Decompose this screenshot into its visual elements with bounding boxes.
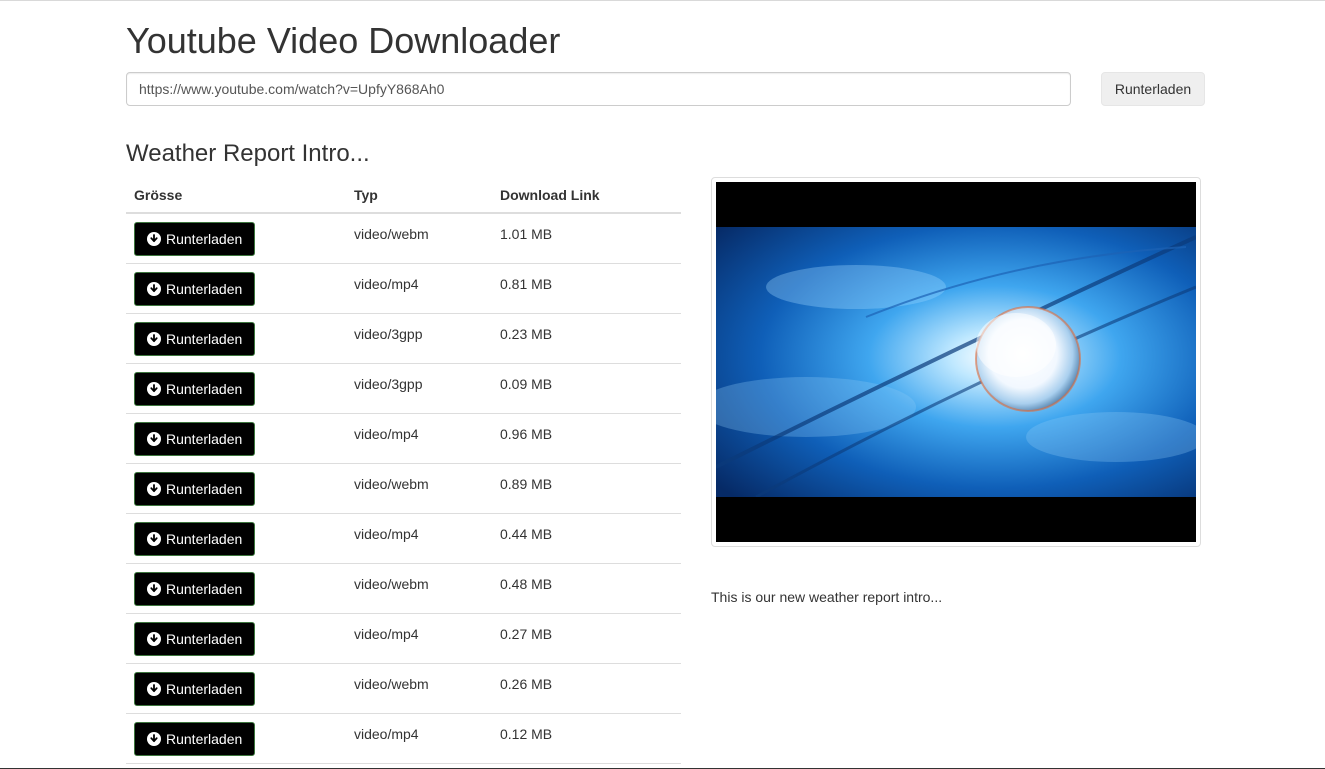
download-cell: Runterladen: [126, 413, 346, 464]
download-button[interactable]: Runterladen: [134, 222, 256, 256]
download-circle-icon: [147, 681, 161, 696]
download-cell: Runterladen: [126, 463, 346, 514]
download-circle-icon: [147, 232, 161, 246]
column-header-download-link: Download Link: [492, 178, 681, 214]
table-row: Runterladen video/webm 0.26 MB: [126, 663, 681, 714]
table-row: Runterladen video/3gpp 0.09 MB: [126, 363, 681, 414]
download-button-label: Runterladen: [166, 530, 243, 547]
download-cell: Runterladen: [126, 513, 346, 564]
url-input[interactable]: [126, 72, 1071, 106]
download-button-label: Runterladen: [166, 280, 243, 297]
format-size: 0.23 MB: [492, 313, 681, 364]
video-title: Weather Report Intro...: [126, 140, 370, 167]
table-row: Runterladen video/webm 1.01 MB: [126, 213, 681, 264]
table-header-row: Grösse Typ Download Link: [126, 178, 681, 214]
table-row: Runterladen video/mp4 0.81 MB: [126, 263, 681, 314]
format-size: 0.96 MB: [492, 413, 681, 464]
download-button-label: Runterladen: [166, 330, 243, 347]
table-row: Runterladen video/3gpp 0.23 MB: [126, 313, 681, 364]
download-circle-icon: [147, 631, 161, 646]
download-circle-icon: [147, 481, 161, 496]
download-circle-icon: [147, 331, 161, 346]
download-circle-icon: [147, 381, 161, 396]
download-button-label: Runterladen: [166, 680, 243, 697]
download-button-label: Runterladen: [166, 630, 243, 647]
download-button-label: Runterladen: [166, 730, 243, 747]
download-circle-icon: [147, 531, 161, 546]
page: Youtube Video Downloader Runterladen Wea…: [0, 0, 1325, 769]
download-button[interactable]: Runterladen: [134, 471, 256, 506]
download-circle-icon: [147, 731, 161, 746]
format-type: video/webm: [346, 563, 492, 614]
table-body: Runterladen video/webm 1.01 MB Runterladen v…: [126, 213, 681, 764]
format-type: video/3gpp: [346, 313, 492, 364]
download-button-label: Runterladen: [166, 430, 243, 447]
download-button[interactable]: Runterladen: [134, 421, 256, 456]
format-type: video/mp4: [346, 613, 492, 664]
download-button[interactable]: Runterladen: [134, 721, 256, 756]
download-cell: Runterladen: [126, 213, 346, 264]
format-size: 0.09 MB: [492, 363, 681, 414]
format-type: video/mp4: [346, 513, 492, 564]
download-button-label: Runterladen: [166, 480, 243, 497]
column-header-type: Typ: [346, 178, 492, 214]
download-button-label: Runterladen: [166, 380, 243, 397]
download-cell: Runterladen: [126, 313, 346, 364]
download-button[interactable]: Runterladen: [134, 671, 256, 706]
table-row: Runterladen video/mp4 0.96 MB: [126, 413, 681, 464]
format-type: video/mp4: [346, 413, 492, 464]
download-button-label: Runterladen: [166, 231, 243, 247]
table-row: Runterladen video/mp4 0.27 MB: [126, 613, 681, 664]
format-type: video/webm: [346, 213, 492, 264]
download-button[interactable]: Runterladen: [134, 571, 256, 606]
video-thumbnail-panel: [711, 177, 1201, 547]
table-row: Runterladen video/webm 0.89 MB: [126, 463, 681, 514]
video-thumbnail-icon[interactable]: [716, 227, 1196, 497]
download-button[interactable]: Runterladen: [134, 321, 256, 356]
format-size: 0.81 MB: [492, 263, 681, 314]
format-size: 0.89 MB: [492, 463, 681, 514]
format-type: video/3gpp: [346, 363, 492, 414]
format-type: video/mp4: [346, 263, 492, 314]
download-button[interactable]: Runterladen: [134, 371, 256, 406]
table-row: Runterladen video/mp4 0.44 MB: [126, 513, 681, 564]
column-header-size: Grösse: [126, 178, 346, 214]
download-circle-icon: [147, 281, 161, 296]
format-size: 0.12 MB: [492, 713, 681, 764]
format-type: video/webm: [346, 663, 492, 714]
download-cell: Runterladen: [126, 613, 346, 664]
table-row: Runterladen video/webm 0.48 MB: [126, 563, 681, 614]
format-type: video/mp4: [346, 713, 492, 764]
format-size: 0.26 MB: [492, 663, 681, 714]
download-cell: Runterladen: [126, 263, 346, 314]
download-button[interactable]: Runterladen: [134, 271, 256, 306]
download-button[interactable]: Runterladen: [134, 621, 256, 656]
download-cell: Runterladen: [126, 363, 346, 414]
download-circle-icon: [147, 581, 161, 596]
video-description: This is our new weather report intro...: [711, 589, 943, 605]
download-submit-button[interactable]: Runterladen: [1101, 72, 1205, 106]
format-size: 0.44 MB: [492, 513, 681, 564]
download-cell: Runterladen: [126, 713, 346, 764]
download-cell: Runterladen: [126, 663, 346, 714]
format-size: 0.27 MB: [492, 613, 681, 664]
page-title: Youtube Video Downloader: [126, 20, 561, 61]
format-type: video/webm: [346, 463, 492, 514]
download-button[interactable]: Runterladen: [134, 521, 256, 556]
table-row: Runterladen video/mp4 0.12 MB: [126, 713, 681, 764]
format-size: 1.01 MB: [492, 213, 681, 264]
download-button-label: Runterladen: [166, 580, 243, 597]
formats-table: Grösse Typ Download Link Runterladen vide…: [126, 178, 681, 764]
video-frame: [716, 182, 1196, 542]
format-size: 0.48 MB: [492, 563, 681, 614]
download-cell: Runterladen: [126, 563, 346, 614]
download-circle-icon: [147, 431, 161, 446]
